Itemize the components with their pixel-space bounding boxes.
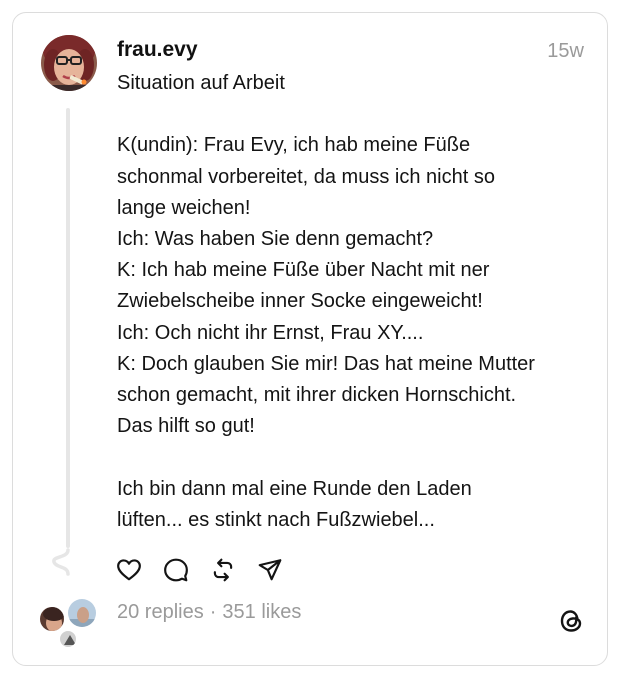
thread-line <box>66 108 70 548</box>
post-line: K(undin): Frau Evy, ich hab meine Füße <box>117 134 471 157</box>
post-line: lange weichen! <box>117 196 251 219</box>
stats-separator: · <box>209 601 217 623</box>
post-line: K: Ich hab meine Füße über Nacht mit ner <box>117 259 490 282</box>
post-stats: 20 replies · 351 likes <box>117 601 301 624</box>
comment-icon <box>164 558 188 582</box>
reply-avatar[interactable] <box>66 597 98 629</box>
post-line <box>117 442 592 473</box>
likes-count[interactable]: 351 likes <box>222 601 301 624</box>
reply-avatar[interactable] <box>38 605 66 633</box>
post-line: schon gemacht, mit ihrer dicken Hornschi… <box>117 384 517 407</box>
post-text: Situation auf Arbeit K(undin): Frau Evy,… <box>117 68 592 536</box>
post-line: K: Doch glauben Sie mir! Das hat meine M… <box>117 352 535 375</box>
threads-logo-icon <box>558 607 584 635</box>
reply-button[interactable] <box>163 557 189 583</box>
post-line: Zwiebelscheibe inner Socke eingeweicht! <box>117 290 483 313</box>
heart-icon <box>117 559 141 581</box>
post-line: Situation auf Arbeit <box>117 72 285 94</box>
post-actions <box>116 557 304 583</box>
like-button[interactable] <box>116 557 142 583</box>
post-line: lüften... es stinkt nach Fußzwiebel... <box>117 508 435 531</box>
repost-icon <box>213 558 233 582</box>
post-line: Ich: Och nicht ihr Ernst, Frau XY.... <box>117 321 424 344</box>
post-line: Ich bin dann mal eine Runde den Laden <box>117 477 472 500</box>
post-line: schonmal vorbereitet, da muss ich nicht … <box>117 165 495 188</box>
post-line <box>117 99 592 130</box>
replies-count[interactable]: 20 replies <box>117 601 204 624</box>
share-icon <box>258 559 282 581</box>
reply-avatar[interactable] <box>58 629 78 649</box>
post-line: Das hilft so gut! <box>117 415 255 438</box>
post-line: Ich: Was haben Sie denn gemacht? <box>117 228 434 250</box>
share-button[interactable] <box>257 557 283 583</box>
post-username[interactable]: frau.evy <box>117 38 198 62</box>
thread-curl-icon <box>50 548 74 576</box>
author-avatar[interactable] <box>41 35 97 91</box>
repost-button[interactable] <box>210 557 236 583</box>
post-timestamp[interactable]: 15w <box>547 40 584 63</box>
